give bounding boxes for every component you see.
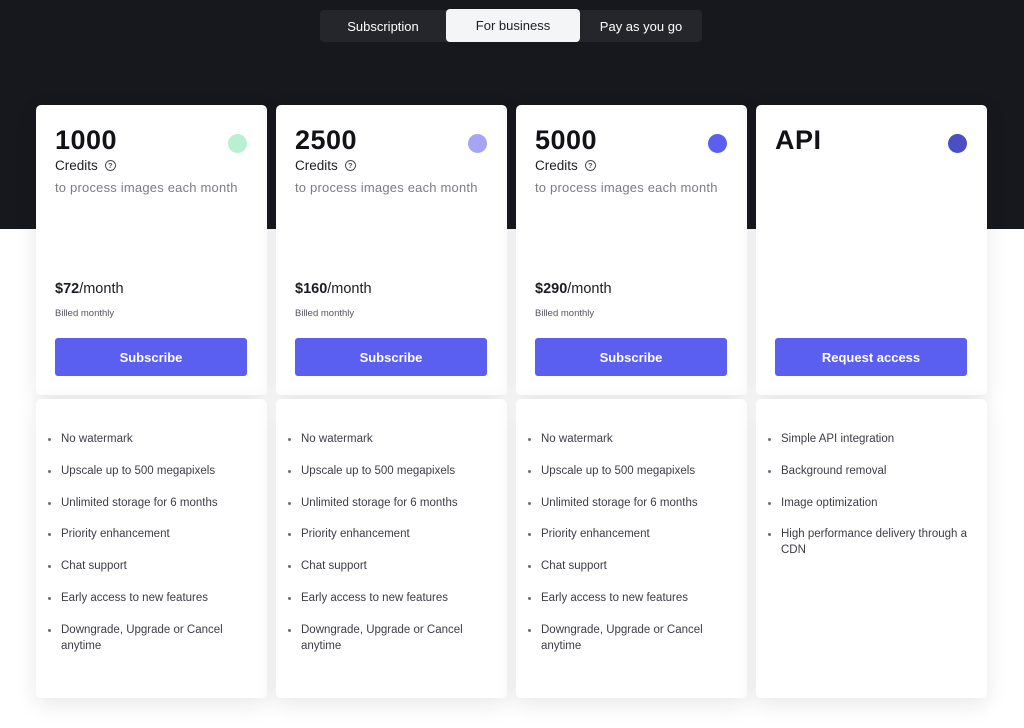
feature-item: Downgrade, Upgrade or Cancel anytime — [48, 622, 253, 654]
plan-price-amount: $160 — [295, 281, 328, 297]
plan-price: $160/month — [295, 281, 372, 297]
plan-features-5000: No watermark Upscale up to 500 megapixels… — [516, 399, 747, 698]
plan-billing: Billed monthly — [55, 308, 115, 319]
feature-list: Simple API integration Background removal… — [768, 431, 973, 574]
feature-item: Priority enhancement — [528, 526, 733, 542]
plan-unit-label: Credits — [295, 158, 338, 173]
feature-item: No watermark — [48, 431, 253, 447]
subscribe-button[interactable]: Subscribe — [55, 338, 247, 376]
feature-item: High performance delivery through a CDN — [768, 526, 973, 558]
feature-item: Priority enhancement — [288, 526, 493, 542]
plan-features-1000: No watermark Upscale up to 500 megapixels… — [36, 399, 267, 698]
feature-item: Unlimited storage for 6 months — [48, 495, 253, 511]
plan-price-period: /month — [79, 281, 124, 297]
plan-unit-label: Credits — [535, 158, 578, 173]
plan-amount: 2500 — [295, 125, 358, 155]
feature-list: No watermark Upscale up to 500 megapixels… — [528, 431, 733, 670]
feature-item: Downgrade, Upgrade or Cancel anytime — [288, 622, 493, 654]
plan-price: $290/month — [535, 281, 612, 297]
plan-amount: API — [775, 125, 822, 155]
plan-billing: Billed monthly — [295, 308, 355, 319]
plan-card-1000: 1000 Credits ? to process images each mo… — [36, 105, 267, 395]
plan-features-api: Simple API integration Background removal… — [756, 399, 987, 698]
feature-item: Simple API integration — [768, 431, 973, 447]
tab-pay-as-you-go[interactable]: Pay as you go — [580, 10, 702, 42]
feature-item: Early access to new features — [528, 590, 733, 606]
feature-item: Unlimited storage for 6 months — [528, 495, 733, 511]
feature-item: Downgrade, Upgrade or Cancel anytime — [528, 622, 733, 654]
feature-list: No watermark Upscale up to 500 megapixels… — [288, 431, 493, 670]
subscribe-button[interactable]: Subscribe — [295, 338, 487, 376]
plan-price-period: /month — [327, 281, 372, 297]
plan-billing: Billed monthly — [535, 308, 595, 319]
plan-unit-label: Credits — [55, 158, 98, 173]
plan-description: to process images each month — [295, 180, 478, 195]
feature-item: Upscale up to 500 megapixels — [528, 463, 733, 479]
feature-item: Early access to new features — [48, 590, 253, 606]
plan-amount: 5000 — [535, 125, 598, 155]
plan-color-dot-icon — [468, 134, 487, 153]
feature-item: Unlimited storage for 6 months — [288, 495, 493, 511]
subscribe-button[interactable]: Subscribe — [535, 338, 727, 376]
plan-description: to process images each month — [535, 180, 718, 195]
feature-item: Early access to new features — [288, 590, 493, 606]
tab-for-business[interactable]: For business — [446, 9, 580, 42]
feature-item: Chat support — [288, 558, 493, 574]
pricing-tabs: Subscription For business Pay as you go — [320, 9, 702, 42]
plan-card-5000: 5000 Credits ? to process images each mo… — [516, 105, 747, 395]
feature-item: Chat support — [528, 558, 733, 574]
plan-unit: Credits ? — [295, 158, 356, 173]
feature-item: Upscale up to 500 megapixels — [288, 463, 493, 479]
plan-features-2500: No watermark Upscale up to 500 megapixels… — [276, 399, 507, 698]
feature-item: Upscale up to 500 megapixels — [48, 463, 253, 479]
plan-price: $72/month — [55, 281, 124, 297]
plan-price-amount: $290 — [535, 281, 568, 297]
plan-unit: Credits ? — [535, 158, 596, 173]
plan-price-amount: $72 — [55, 281, 80, 297]
plan-card-api: API Request access — [756, 105, 987, 395]
request-access-button[interactable]: Request access — [775, 338, 967, 376]
plan-color-dot-icon — [708, 134, 727, 153]
help-icon[interactable]: ? — [584, 160, 596, 171]
feature-item: Image optimization — [768, 495, 973, 511]
plan-description: to process images each month — [55, 180, 238, 195]
feature-list: No watermark Upscale up to 500 megapixels… — [48, 431, 253, 670]
feature-item: Chat support — [48, 558, 253, 574]
plan-price-period: /month — [567, 281, 612, 297]
plan-amount: 1000 — [55, 125, 118, 155]
plan-unit: Credits ? — [55, 158, 116, 173]
plan-card-2500: 2500 Credits ? to process images each mo… — [276, 105, 507, 395]
help-icon[interactable]: ? — [344, 160, 356, 171]
tab-subscription[interactable]: Subscription — [320, 10, 446, 42]
help-icon[interactable]: ? — [104, 160, 116, 171]
plan-color-dot-icon — [228, 134, 247, 153]
feature-item: No watermark — [528, 431, 733, 447]
feature-item: Background removal — [768, 463, 973, 479]
feature-item: No watermark — [288, 431, 493, 447]
plan-color-dot-icon — [948, 134, 967, 153]
feature-item: Priority enhancement — [48, 526, 253, 542]
